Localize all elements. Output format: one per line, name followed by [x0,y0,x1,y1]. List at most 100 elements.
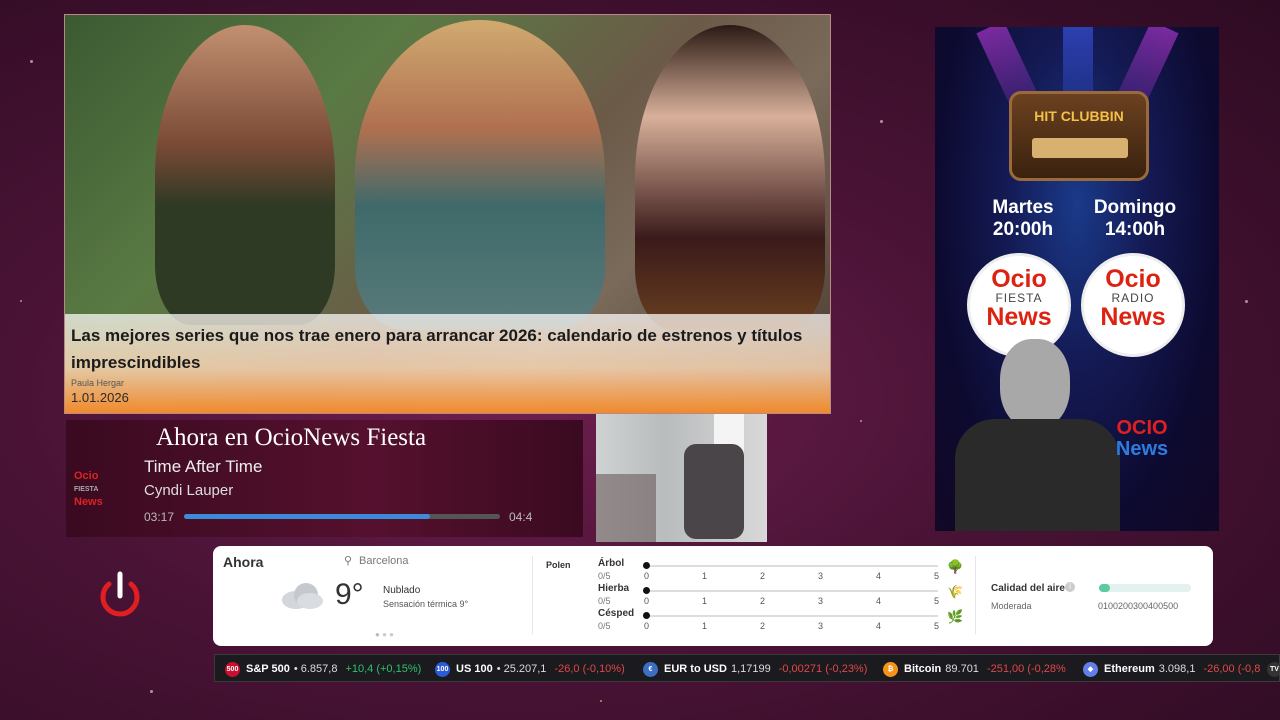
pollen-scale-tick: 5 [934,621,940,631]
logo-text: FIESTA [74,486,99,493]
divider [975,556,976,634]
ticker-badge-icon: ₿ [883,661,898,677]
logo-text: OCIO [1116,417,1168,439]
radio-dial [1032,138,1128,158]
ticker-badge-icon: 100 [435,661,450,677]
track-title: Time After Time [144,457,263,476]
ticker-value: 89.701 [945,663,979,675]
cloud-icon [280,582,324,610]
host-body [955,419,1120,531]
weather-widget: Ahora ⚲ Barcelona 9° Nublado Sensación t… [213,546,1213,646]
ocio-news-logo: OCIO News [1097,417,1187,461]
info-icon[interactable]: i [1065,582,1075,592]
lawn-icon: 🌿 [947,609,964,624]
air-quality-status: Moderada [991,601,1032,611]
ticker-value: 1,17199 [730,663,771,675]
logo-text: News [74,496,103,508]
pollen-scale-tick: 3 [818,571,824,581]
air-quality-bar [1099,584,1191,592]
article-title[interactable]: Las mejores series que nos trae enero pa… [71,322,824,376]
logo-text: Ocio [74,470,99,482]
logo-text: News [1100,303,1166,331]
ticker-item[interactable]: ₿ Bitcoin 89.701 -251,00 (-0,28% [883,655,1066,681]
ticker-name: Bitcoin [904,663,942,675]
day-label: Domingo [1093,197,1177,218]
sparkle [600,700,602,702]
pollen-2-marker [643,612,650,619]
sparkle [20,300,22,302]
divider [532,556,533,634]
pollen-1-name: Hierba [598,583,630,594]
ticker-change: -26,00 (-0,8 [1203,663,1261,675]
progress-fill [184,514,431,519]
actress-right-image [635,25,825,330]
pollen-2-value: 0/5 [598,621,611,631]
day-label: Martes [992,197,1054,218]
ticker-name: EUR to USD [664,663,727,675]
ticker-item[interactable]: TV [1267,655,1279,681]
article-author: Paula Hergar [71,378,125,388]
pollen-scale-tick: 3 [818,621,824,631]
pollen-scale-tick: 0 [644,596,650,606]
weather-location[interactable]: Barcelona [359,555,409,567]
power-icon[interactable] [94,570,146,622]
radio-label: HIT CLUBBIN [1034,108,1124,124]
actor-center-image [355,20,605,330]
pollen-1-track [646,590,938,592]
time-label: 14:00h [1104,219,1166,240]
retro-radio-image: HIT CLUBBIN [1009,91,1149,181]
radio-promo-poster: HIT CLUBBIN Martes 20:00h Domingo 14:00h… [935,27,1219,531]
ticker-item[interactable]: 500 S&P 500 • 6.857,8 +10,4 (+0,15%) [225,655,422,681]
ticker-name: S&P 500 [246,663,290,675]
article-caption: Las mejores series que nos trae enero pa… [65,314,830,413]
ticker-item[interactable]: ◆ Ethereum 3.098,1 -26,00 (-0,8 [1083,655,1261,681]
article-date: 1.01.2026 [71,390,129,405]
time-label: 20:00h [992,219,1054,240]
pollen-scale-tick: 5 [934,596,940,606]
pollen-scale-tick: 2 [760,621,766,631]
sparkle [150,690,153,693]
sparkle [1245,300,1248,303]
pollen-scale-tick: 1 [702,621,708,631]
carousel-dots[interactable]: ● ● ● [375,630,394,639]
webcam-feed [596,414,767,542]
ticker-item[interactable]: € EUR to USD 1,17199 -0,00271 (-0,23%) [643,655,867,681]
ticker-badge-icon: 500 [225,661,240,677]
actor-left-image [155,25,335,325]
now-playing-panel: Ocio FIESTA News Ahora en OcioNews Fiest… [66,420,583,537]
shelf-image [596,474,656,542]
ticker-badge-icon: TV [1267,661,1279,677]
ticker-value: • 6.857,8 [293,663,338,675]
schedule-day-2: Domingo 14:00h [1081,197,1189,241]
featured-article[interactable]: Las mejores series que nos trae enero pa… [64,14,831,414]
ticker-change: -26,0 (-0,10%) [554,663,625,675]
pollen-scale-tick: 4 [876,596,882,606]
pollen-2-name: Césped [598,608,635,619]
pollen-2-track [646,615,938,617]
pollen-scale-tick: 2 [760,596,766,606]
logo-text: Ocio [991,265,1047,293]
ticker-name: Ethereum [1104,663,1155,675]
weather-now-label: Ahora [223,554,264,570]
ticker-change: +10,4 (+0,15%) [345,663,422,675]
weather-condition: Nublado [383,585,421,596]
elapsed-time: 03:17 [144,510,175,524]
pollen-0-name: Árbol [598,558,625,569]
ticker-value: 3.098,1 [1158,663,1196,675]
logo-text: News [986,303,1052,331]
feels-like: Sensación térmica 9° [383,599,469,609]
progress-bar[interactable] [184,514,500,519]
ocio-fiesta-logo: Ocio FIESTA News [74,470,126,512]
ticker-name: US 100 [456,663,493,675]
sparkle [880,120,883,123]
logo-text: News [1115,438,1169,460]
pollen-scale-tick: 1 [702,596,708,606]
total-time: 04:4 [509,510,533,524]
ticker-badge-icon: ◆ [1083,661,1098,677]
logo-text: Ocio [1105,265,1161,293]
pollen-scale-tick: 3 [818,596,824,606]
pollen-0-track [646,565,938,567]
now-playing-heading: Ahora en OcioNews Fiesta [156,424,427,451]
ticker-item[interactable]: 100 US 100 • 25.207,1 -26,0 (-0,10%) [435,655,625,681]
sparkle [30,60,33,63]
